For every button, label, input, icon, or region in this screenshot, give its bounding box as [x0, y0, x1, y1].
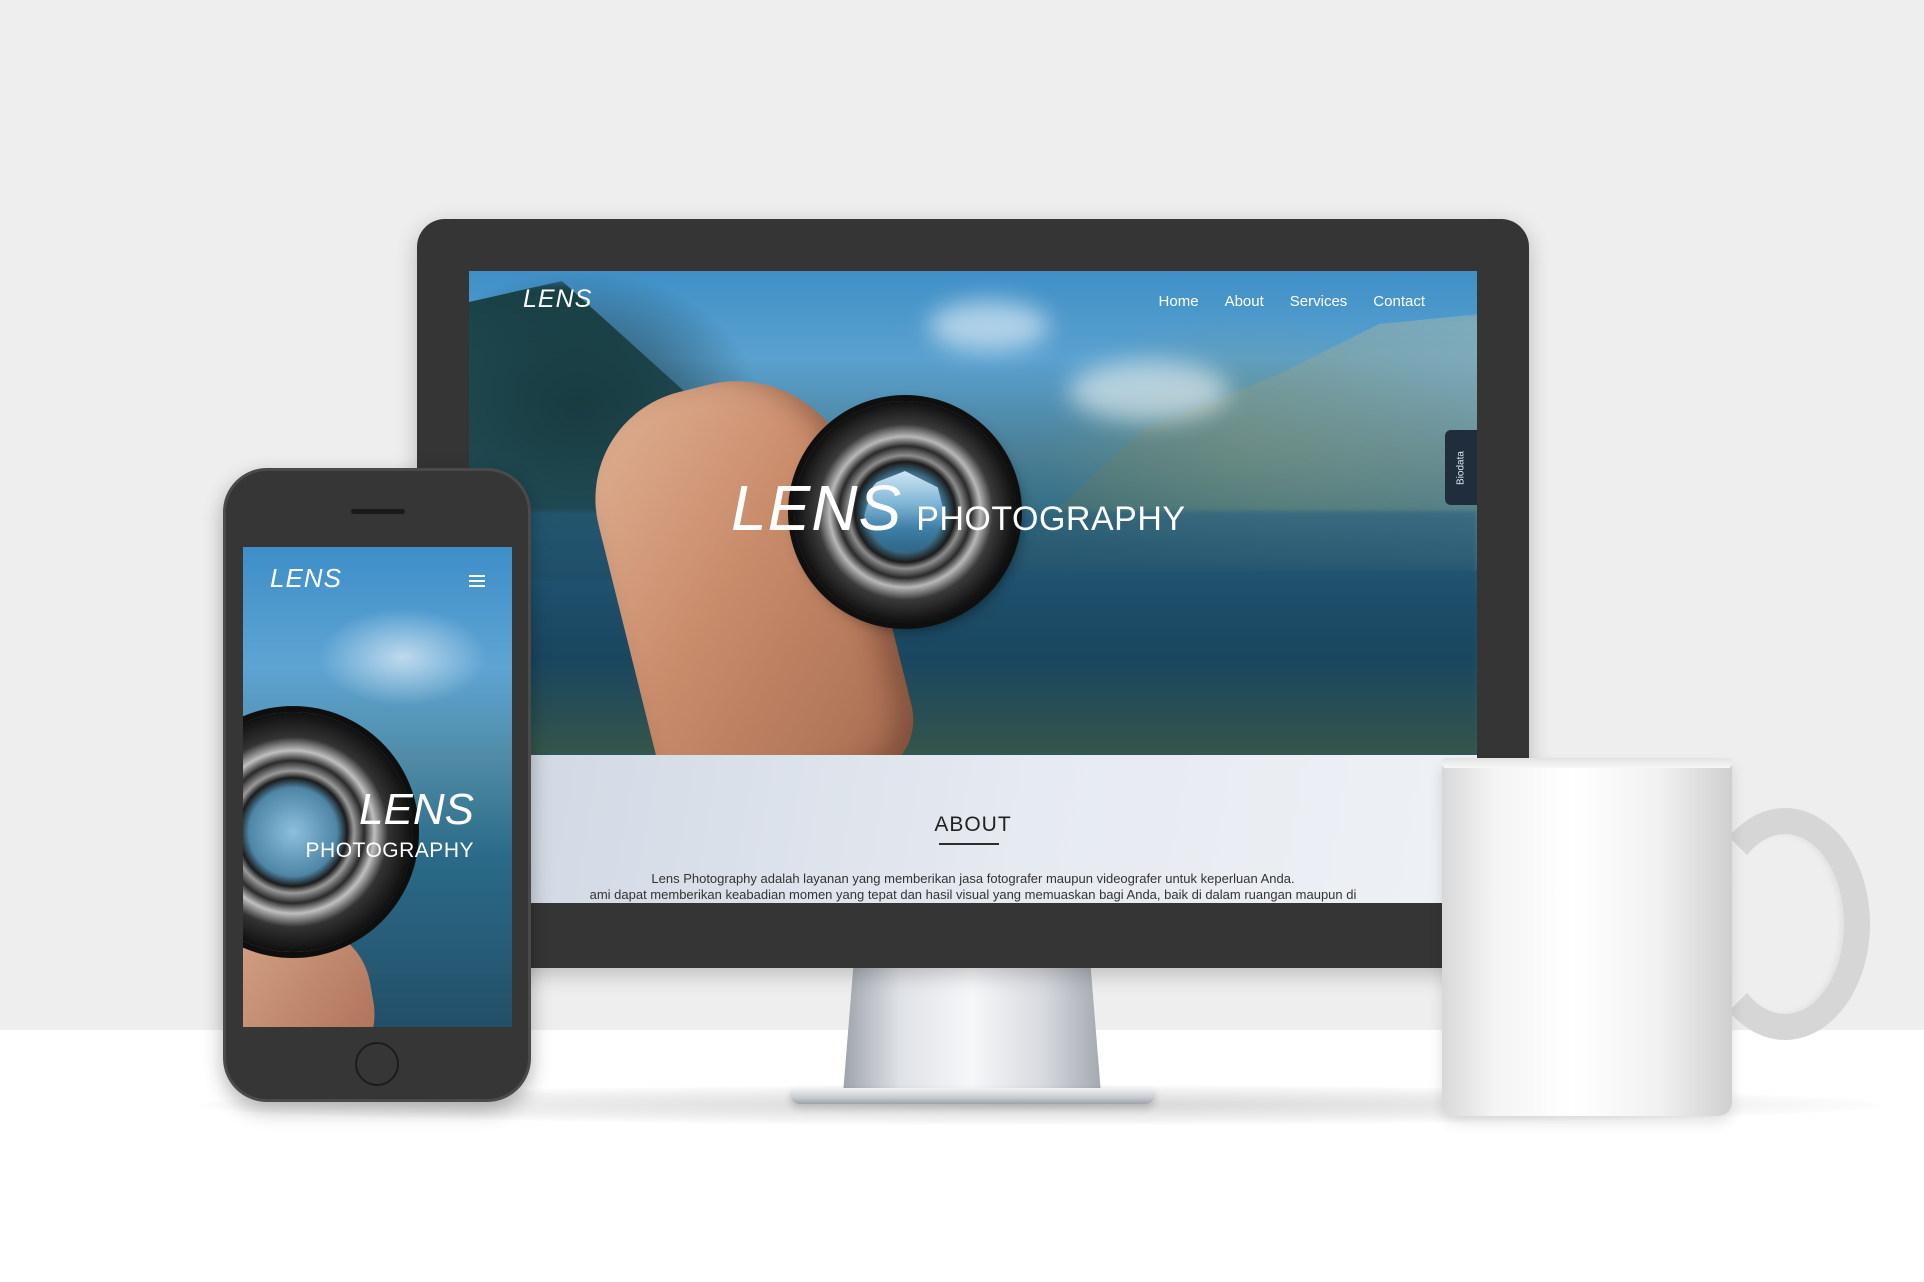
biodata-side-tab[interactable]: Biodata — [1445, 430, 1477, 505]
mobile-phone: LENS LENS PHOTOGRAPHY — [223, 468, 531, 1102]
about-paragraph: Lens Photography adalah layanan yang mem… — [469, 871, 1477, 903]
mobile-hero-title-lens: LENS — [359, 785, 474, 834]
mobile-hero-title-photography: PHOTOGRAPHY — [305, 839, 474, 862]
coffee-mug — [1442, 760, 1732, 1116]
about-section: ABOUT Lens Photography adalah layanan ya… — [469, 755, 1477, 903]
nav-home-link[interactable]: Home — [1159, 293, 1199, 310]
hero-section: LENS Home About Services Contact LENS PH… — [469, 271, 1477, 755]
mobile-screen: LENS LENS PHOTOGRAPHY — [243, 547, 512, 1027]
monitor-stand-base — [790, 1088, 1155, 1104]
site-logo[interactable]: LENS — [523, 285, 592, 314]
hero-title-photography: PHOTOGRAPHY — [916, 500, 1186, 538]
hamburger-menu-icon[interactable] — [469, 575, 485, 588]
biodata-tab-label: Biodata — [1455, 450, 1467, 485]
hero-title: LENS PHOTOGRAPHY — [731, 471, 1186, 545]
phone-home-button — [355, 1042, 399, 1086]
monitor-stand-neck — [843, 967, 1101, 1094]
desktop-screen: LENS Home About Services Contact LENS PH… — [469, 271, 1477, 903]
nav-contact-link[interactable]: Contact — [1373, 293, 1425, 310]
nav-about-link[interactable]: About — [1225, 293, 1264, 310]
about-heading-underline — [939, 843, 999, 845]
desktop-monitor: LENS Home About Services Contact LENS PH… — [417, 219, 1529, 968]
main-nav: Home About Services Contact — [1159, 293, 1425, 310]
mobile-site-logo[interactable]: LENS — [270, 563, 342, 594]
hero-background — [1069, 361, 1229, 421]
about-line-2: ami dapat memberikan keabadian momen yan… — [589, 887, 1357, 902]
about-line-1: Lens Photography adalah layanan yang mem… — [651, 871, 1295, 886]
about-heading: ABOUT — [934, 813, 1012, 836]
hero-background — [929, 301, 1049, 351]
phone-speaker — [351, 509, 405, 514]
hero-title-lens: LENS — [731, 472, 903, 544]
mug-rim — [1442, 758, 1732, 768]
nav-services-link[interactable]: Services — [1290, 293, 1348, 310]
mockup-scene: LENS Home About Services Contact LENS PH… — [0, 0, 1924, 1282]
